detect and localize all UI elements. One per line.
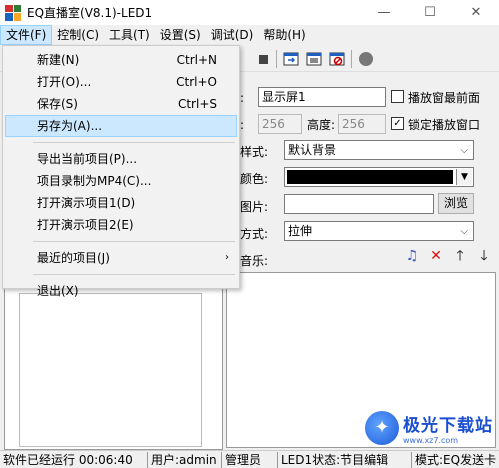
menu-separator (33, 274, 235, 275)
height-input[interactable]: 256 (338, 114, 386, 134)
close-button[interactable]: ✕ (453, 0, 499, 25)
image-mode-select[interactable]: 拉伸 ⌵ (284, 221, 474, 241)
menu-debug[interactable]: 调试(D) (206, 25, 259, 45)
color-dropdown-icon[interactable]: ▼ (456, 169, 472, 185)
height-label: 高度: (307, 118, 336, 132)
watermark-logo-icon: ✦ (365, 411, 399, 445)
menu-control[interactable]: 控制(C) (52, 25, 104, 45)
menu-record-mp4[interactable]: 项目录制为MP4(C)... (5, 170, 237, 192)
always-front-label: 播放窗最前面 (408, 91, 481, 105)
bg-color-swatch (287, 170, 453, 184)
bg-color-picker[interactable]: ▼ (284, 167, 474, 187)
menu-export-label: 导出当前项目(P)... (37, 152, 138, 166)
shortcut-label: Ctrl+N (176, 53, 217, 67)
menu-record-label: 项目录制为MP4(C)... (37, 174, 152, 188)
lock-window-checkbox[interactable]: ✓ (391, 117, 404, 130)
bg-style-value: 默认背景 (288, 143, 337, 157)
bg-image-input[interactable] (284, 194, 434, 214)
watermark: ✦ 极光下载站 www.xz7.com (365, 411, 493, 445)
menu-open-demo2[interactable]: 打开演示项目2(E) (5, 214, 237, 236)
status-led: LED1状态:节目编辑 (278, 451, 412, 468)
menu-export-current[interactable]: 导出当前项目(P)... (5, 148, 237, 170)
always-front-checkbox[interactable] (391, 90, 404, 103)
title-bar: EQ直播室(V8.1)-LED1 — ☐ ✕ (0, 0, 499, 25)
menu-bar: 文件(F) 控制(C) 工具(T) 设置(S) 调试(D) 帮助(H) (0, 25, 499, 45)
menu-tools[interactable]: 工具(T) (104, 25, 155, 45)
menu-separator (33, 142, 235, 143)
toolbar-separator (276, 50, 277, 68)
submenu-arrow-icon: › (225, 252, 229, 263)
chevron-down-icon: ⌵ (460, 145, 468, 156)
menu-demo2-label: 打开演示项目2(E) (37, 218, 134, 232)
watermark-text: 极光下载站 www.xz7.com (403, 411, 493, 445)
shortcut-label: Ctrl+O (176, 75, 217, 89)
export-icon (283, 52, 299, 66)
record-icon (359, 52, 373, 66)
maximize-button[interactable]: ☐ (407, 0, 453, 25)
menu-save-as[interactable]: 另存为(A)... (5, 115, 237, 137)
browse-button[interactable]: 浏览 (438, 193, 474, 214)
block-icon (329, 52, 345, 66)
menu-settings[interactable]: 设置(S) (155, 25, 206, 45)
menu-recent-label: 最近的项目(J) (37, 251, 110, 265)
bg-style-select[interactable]: 默认背景 ⌵ (284, 140, 474, 160)
stop-button[interactable] (254, 50, 272, 68)
send-icon (306, 52, 322, 66)
program-list[interactable] (19, 293, 202, 447)
menu-file[interactable]: 文件(F) (0, 25, 53, 45)
minimize-button[interactable]: — (361, 0, 407, 25)
menu-save[interactable]: 保存(S) Ctrl+S (5, 93, 237, 115)
status-role: 管理员 (222, 451, 278, 468)
menu-open[interactable]: 打开(O)... Ctrl+O (5, 71, 237, 93)
menu-open-label: 打开(O)... (37, 75, 92, 89)
menu-exit[interactable]: 退出(X) (5, 280, 237, 302)
name-input[interactable]: 显示屏1 (258, 87, 386, 107)
lock-window-label: 锁定播放窗口 (408, 118, 481, 132)
menu-open-demo1[interactable]: 打开演示项目1(D) (5, 192, 237, 214)
menu-separator (33, 241, 235, 242)
app-icon (5, 4, 21, 21)
stop-icon (258, 54, 268, 64)
status-runtime: 软件已经运行 00:06:40 (0, 451, 148, 468)
menu-recent[interactable]: 最近的项目(J) › (5, 247, 237, 269)
status-mode: 模式:EQ发送卡 (415, 452, 497, 467)
watermark-main: 极光下载站 (403, 416, 493, 436)
toolbar-separator (351, 50, 352, 68)
export-button[interactable] (282, 50, 300, 68)
properties-panel: 称: 显示屏1 播放窗最前面 度: 256 高度: 256 ✓ 锁定播放窗口 景… (226, 76, 496, 450)
width-input[interactable]: 256 (258, 114, 302, 134)
image-mode-value: 拉伸 (288, 224, 313, 238)
watermark-sub: www.xz7.com (403, 436, 459, 445)
shortcut-label: Ctrl+S (177, 97, 217, 111)
window-title: EQ直播室(V8.1)-LED1 (27, 6, 153, 20)
menu-demo1-label: 打开演示项目1(D) (37, 196, 136, 210)
status-bar: 软件已经运行 00:06:40 用户:admin 管理员 LED1状态:节目编辑… (0, 450, 499, 468)
file-menu-dropdown: 新建(N) Ctrl+N 打开(O)... Ctrl+O 保存(S) Ctrl+S 另… (2, 45, 240, 298)
block-button[interactable] (328, 50, 346, 68)
window-controls: — ☐ ✕ (361, 0, 499, 25)
record-button[interactable] (357, 50, 375, 68)
menu-save-as-label: 另存为(A)... (37, 119, 103, 133)
menu-exit-label: 退出(X) (37, 284, 79, 298)
menu-new[interactable]: 新建(N) Ctrl+N (5, 49, 237, 71)
delete-icon[interactable]: ✕ (428, 248, 444, 264)
move-down-icon[interactable]: 🡓 (476, 248, 492, 264)
menu-new-label: 新建(N) (37, 53, 80, 67)
chevron-down-icon: ⌵ (460, 226, 468, 237)
status-user: 用户:admin (148, 451, 222, 468)
menu-help[interactable]: 帮助(H) (258, 25, 310, 45)
move-up-icon[interactable]: 🡑 (452, 248, 468, 264)
add-music-icon[interactable]: ♫ (404, 248, 420, 264)
menu-save-label: 保存(S) (37, 97, 78, 111)
music-toolbar: ♫ ✕ 🡑 🡓 (404, 248, 492, 264)
send-button[interactable] (305, 50, 323, 68)
